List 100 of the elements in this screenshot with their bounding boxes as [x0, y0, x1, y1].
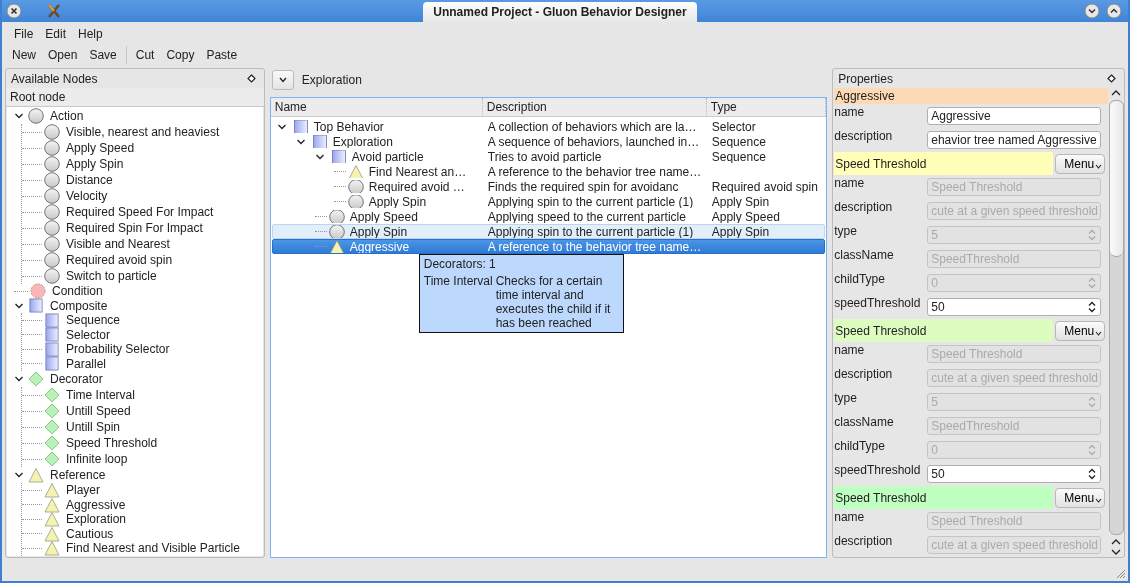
caret-icon: [1095, 164, 1103, 169]
toolbar-button[interactable]: Cut: [129, 46, 161, 64]
input-field: Speed Threshold: [927, 512, 1102, 530]
tree-item[interactable]: Distance: [60, 173, 113, 187]
tree-item[interactable]: Find Nearest and Visible Particle: [60, 541, 240, 556]
maximize-icon[interactable]: [1106, 3, 1122, 19]
tooltip-heading: Decorators: 1: [423, 257, 497, 271]
tree-item[interactable]: Speed Threshold: [60, 436, 158, 450]
field-label: name: [834, 342, 866, 357]
scroll-down-icon[interactable]: [1110, 547, 1122, 557]
tree-row[interactable]: Exploration A sequence of behaviors, launched in… Sequence: [271, 134, 826, 149]
spin-box: 5: [927, 393, 1102, 411]
tree-item[interactable]: Sequence: [60, 313, 121, 328]
input-field: SpeedThreshold: [927, 250, 1102, 268]
tree-item[interactable]: Apply Speed: [60, 141, 135, 155]
menu-button[interactable]: Menu: [1055, 153, 1106, 174]
tree-item[interactable]: Untill Spin: [60, 420, 121, 434]
square-icon: [28, 298, 44, 314]
tree-item[interactable]: Switch to particle: [60, 269, 157, 283]
description-cell: Applying spin to the current particle (1): [487, 195, 694, 208]
tree-item[interactable]: Required Spin For Impact: [60, 221, 203, 235]
tree-item[interactable]: Infinite loop: [60, 452, 128, 466]
scroll-up-icon[interactable]: [1110, 537, 1122, 547]
tree-row[interactable]: Required avoid … Finds the required spin for avoidanc Required avoid spin: [271, 179, 826, 194]
tooltip-text: Checks for a certain time interval and executes the child if it has been reached: [495, 274, 612, 330]
input-field[interactable]: Aggressive: [927, 107, 1102, 125]
column-header[interactable]: Description: [482, 98, 707, 116]
type-cell: Apply Speed: [711, 210, 780, 223]
tree-item[interactable]: Velocity: [60, 189, 108, 203]
menu-item[interactable]: Edit: [39, 25, 73, 43]
tree-item[interactable]: Probability Selector: [60, 342, 170, 357]
description-cell: A reference to the behavior tree name…: [487, 165, 702, 178]
collapse-icon[interactable]: [14, 470, 24, 480]
minimize-icon[interactable]: [1084, 3, 1100, 19]
float-icon[interactable]: [246, 74, 256, 83]
name-cell-text: Required avoid …: [367, 180, 465, 193]
tree-item[interactable]: Visible and Nearest: [60, 237, 170, 251]
column-header[interactable]: Type: [706, 98, 827, 116]
field-label: description: [834, 128, 894, 143]
tree-item[interactable]: Condition: [46, 284, 103, 299]
float-icon[interactable]: [1107, 74, 1116, 83]
collapse-icon[interactable]: [14, 111, 24, 121]
caret-icon: [1095, 498, 1103, 503]
toolbar-button[interactable]: Copy: [160, 46, 201, 64]
tree-item[interactable]: Exploration: [60, 512, 127, 527]
tree-item[interactable]: Time Interval: [60, 388, 135, 402]
toolbar-button[interactable]: Paste: [200, 46, 244, 64]
tree-item[interactable]: Composite: [44, 298, 108, 313]
tree-item[interactable]: Visible, nearest and heaviest: [60, 125, 220, 139]
tree-item[interactable]: Selector: [60, 327, 111, 342]
tree-item[interactable]: Required avoid spin: [60, 253, 173, 267]
tree-item[interactable]: Untill Speed: [60, 404, 131, 418]
spin-box[interactable]: 50: [927, 465, 1102, 483]
tree-item[interactable]: Action: [44, 109, 84, 123]
column-header[interactable]: Name: [270, 98, 483, 116]
tree-row[interactable]: Apply Spin Applying spin to the current particle (1) Apply Spin: [271, 194, 826, 209]
diamond-icon: [44, 387, 60, 403]
input-field: Speed Threshold: [927, 345, 1102, 363]
tree-item[interactable]: Reference: [44, 468, 106, 482]
toolbar-button[interactable]: Open: [42, 46, 84, 64]
scrollbar[interactable]: [1108, 88, 1124, 557]
menu-button[interactable]: Menu: [1055, 487, 1106, 508]
input-field[interactable]: ehavior tree named Aggressive: [927, 131, 1102, 149]
type-cell: Sequence: [711, 150, 766, 163]
column-header[interactable]: Root node: [6, 88, 264, 107]
window-title: Unnamed Project - Gluon Behavior Designer: [423, 2, 697, 22]
tree-item[interactable]: Aggressive: [60, 497, 126, 512]
resize-grip-icon[interactable]: [1114, 567, 1126, 579]
spinner-icon: [1087, 443, 1098, 457]
name-cell-text: Find Nearest an…: [367, 165, 467, 178]
circle-icon: [44, 188, 60, 204]
square-icon: [44, 327, 60, 343]
toolbar-button[interactable]: New: [6, 46, 42, 64]
tree-item[interactable]: Cautious: [60, 526, 114, 541]
tree-row[interactable]: Avoid particle Tries to avoid particle Sequence: [271, 149, 826, 164]
tools-icon: [46, 3, 62, 19]
name-cell-text: Avoid particle: [350, 150, 424, 163]
menu-button[interactable]: Menu: [1055, 320, 1106, 341]
field-label: speedThreshold: [834, 295, 922, 310]
input-field: Speed Threshold: [927, 178, 1102, 196]
dropdown-button[interactable]: [271, 70, 294, 90]
spin-box[interactable]: 50: [927, 298, 1102, 316]
tree-item[interactable]: Parallel: [60, 356, 107, 371]
toolbar-button[interactable]: Save: [83, 46, 123, 64]
tree-item[interactable]: Decorator: [44, 372, 103, 386]
section-header: Speed Threshold: [834, 152, 1054, 175]
breadcrumb[interactable]: Exploration: [299, 73, 362, 87]
tree-row[interactable]: Top Behavior A collection of behaviors which are la… Selector: [271, 119, 826, 134]
tree-item[interactable]: Player: [60, 483, 100, 498]
tree-item[interactable]: Apply Spin: [60, 157, 124, 171]
tree-item[interactable]: Required Speed For Impact: [60, 205, 214, 219]
menu-item[interactable]: Help: [72, 25, 109, 43]
diamond-icon: [28, 371, 44, 387]
scroll-up-icon[interactable]: [1110, 88, 1122, 98]
tree-row[interactable]: Find Nearest an… A reference to the behavior tree name…: [271, 164, 826, 179]
tree-row[interactable]: Apply Speed Applying speed to the current particle Apply Speed: [271, 209, 826, 224]
collapse-icon[interactable]: [14, 374, 24, 384]
tree-row[interactable]: Apply Spin Applying spin to the current particle (1) Apply Spin: [271, 224, 826, 239]
close-icon[interactable]: [6, 3, 22, 19]
menu-item[interactable]: File: [8, 25, 40, 43]
